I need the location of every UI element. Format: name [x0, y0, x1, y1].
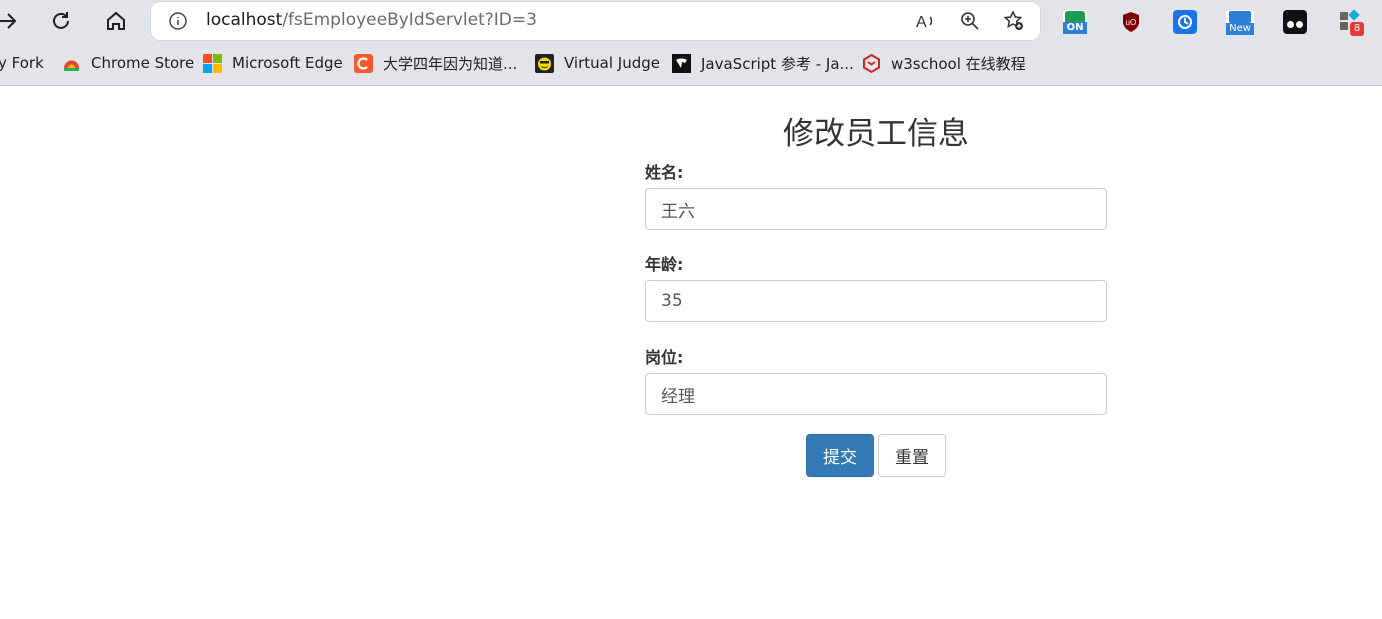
reload-button[interactable]: [46, 6, 76, 36]
new-extension-icon[interactable]: New: [1226, 10, 1254, 35]
home-button[interactable]: [101, 6, 131, 36]
new-extension-badge: New: [1226, 23, 1254, 35]
virtual-judge-icon: [535, 53, 554, 73]
bookmark-label: JavaScript 参考 - Ja...: [701, 54, 854, 73]
read-aloud-icon[interactable]: A: [915, 10, 937, 32]
chrome-store-icon: [64, 60, 79, 71]
history-extension-icon[interactable]: [1173, 10, 1197, 34]
url-text[interactable]: localhost/fsEmployeeByIdServlet?ID=3: [206, 10, 537, 30]
bookmark-csdn[interactable]: 大学四年因为知道...: [354, 52, 517, 74]
c-icon: [354, 53, 373, 73]
site-info-icon[interactable]: [168, 11, 188, 31]
arrow-right-icon: [0, 13, 17, 29]
extensions-badge: 8: [1350, 22, 1364, 36]
on-extension-badge: ON: [1063, 22, 1087, 34]
extensions-icon[interactable]: 8: [1338, 9, 1364, 36]
forward-button[interactable]: [0, 6, 22, 36]
bookmark-label: 大学四年因为知道...: [383, 54, 518, 73]
reload-icon: [53, 12, 69, 29]
name-label: 姓名:: [645, 163, 684, 182]
bookmark-chrome-store[interactable]: Chrome Store: [62, 52, 194, 74]
url-path: /fsEmployeeByIdServlet?ID=3: [282, 10, 537, 30]
bookmarks-bar: y Fork Chrome Store Microsoft Edge 大学四年因…: [0, 48, 1382, 78]
microsoft-icon: [203, 53, 222, 73]
mdn-icon: [672, 53, 691, 73]
position-label: 岗位:: [645, 348, 684, 367]
address-bar[interactable]: localhost/fsEmployeeByIdServlet?ID=3 A: [151, 2, 1040, 40]
bookmark-label: Microsoft Edge: [232, 54, 343, 72]
zoom-icon[interactable]: [959, 10, 981, 32]
submit-button[interactable]: 提交: [806, 434, 874, 477]
name-input[interactable]: [645, 188, 1107, 230]
favorite-star-icon[interactable]: [1003, 10, 1025, 32]
svg-text:uO: uO: [1126, 18, 1137, 27]
bookmark-label: Chrome Store: [91, 54, 195, 72]
bookmark-w3school[interactable]: w3school 在线教程: [862, 52, 1026, 74]
age-input[interactable]: [645, 280, 1107, 322]
bookmark-label: y Fork: [0, 54, 44, 72]
home-icon: [107, 11, 125, 30]
on-extension-icon[interactable]: ON: [1063, 10, 1087, 34]
bookmark-fork[interactable]: y Fork: [0, 52, 44, 74]
url-host: localhost: [206, 10, 283, 30]
page-title: 修改员工信息: [783, 116, 969, 152]
w3school-icon: [863, 53, 880, 73]
bookmark-microsoft-edge[interactable]: Microsoft Edge: [203, 52, 343, 74]
bookmark-virtual-judge[interactable]: Virtual Judge: [535, 52, 660, 74]
reset-button[interactable]: 重置: [878, 434, 946, 477]
tampermonkey-icon[interactable]: [1283, 10, 1307, 34]
bookmark-label: w3school 在线教程: [891, 54, 1026, 73]
age-label: 年龄:: [645, 255, 684, 274]
bookmark-label: Virtual Judge: [564, 54, 660, 72]
ublock-icon[interactable]: uO: [1119, 10, 1143, 34]
position-input[interactable]: [645, 373, 1107, 415]
page-content: 修改员工信息 姓名: 年龄: 岗位: 提交 重置: [0, 86, 1382, 619]
browser-toolbar: localhost/fsEmployeeByIdServlet?ID=3 A O…: [0, 0, 1382, 86]
bookmark-javascript-reference[interactable]: JavaScript 参考 - Ja...: [672, 52, 854, 74]
svg-text:A: A: [916, 14, 927, 31]
